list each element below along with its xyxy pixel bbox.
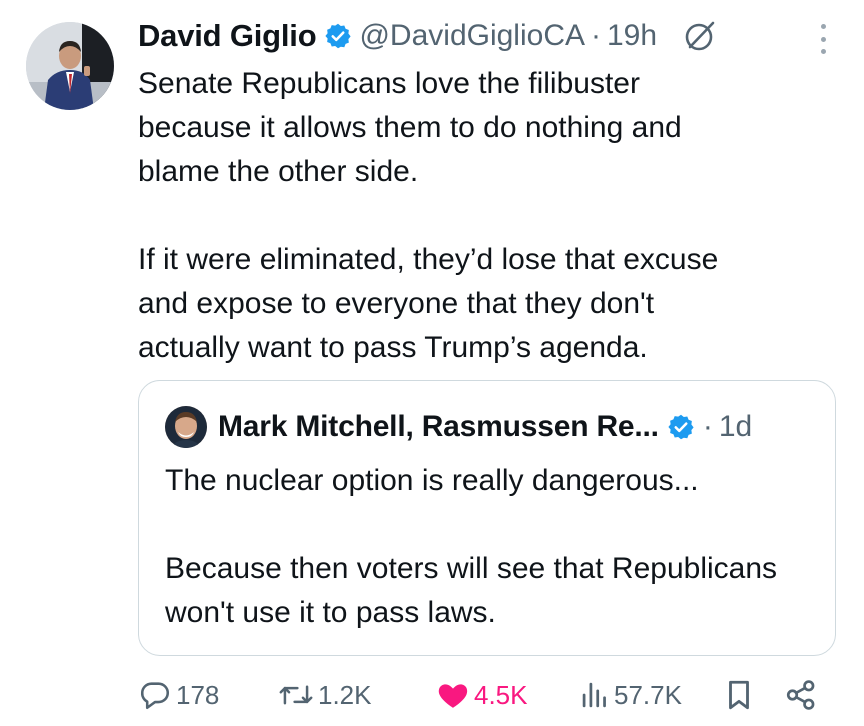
like-count: 4.5K [474,679,528,710]
quoted-author-name[interactable]: Mark Mitchell, Rasmussen Re... [218,410,659,444]
avatar-photo [26,22,114,110]
tweet-paragraph: If it were eliminated, they’d lose that … [138,243,719,364]
tweet-timestamp[interactable]: 19h [607,19,657,53]
quoted-tweet-header: Mark Mitchell, Rasmussen Re... · 1d [165,405,752,449]
quoted-paragraph: Because then voters will see that Republ… [165,552,778,629]
tweet-body: Senate Republicans love the filibuster b… [138,62,828,370]
share-button[interactable] [784,672,818,718]
quoted-author-avatar[interactable] [165,406,207,448]
repost-count: 1.2K [318,679,372,710]
view-count: 57.7K [614,679,682,710]
verified-badge-icon [667,413,695,441]
separator-dot: · [702,410,713,443]
quoted-avatar-photo [165,406,207,448]
reply-icon [138,678,172,712]
author-handle[interactable]: @DavidGiglioCA [359,19,585,53]
quoted-tweet-card[interactable]: Mark Mitchell, Rasmussen Re... · 1d The … [138,380,836,656]
repost-button[interactable]: 1.2K [278,672,372,718]
tweet-header: David Giglio @DavidGiglioCA · 19h [138,14,717,58]
quoted-paragraph: The nuclear option is really dangerous..… [165,464,699,497]
repost-icon [278,678,314,712]
bookmark-icon [724,678,754,712]
separator-dot: · [591,19,601,52]
reply-count: 178 [176,679,220,710]
heart-icon [436,678,470,712]
share-icon [784,678,818,712]
grok-icon[interactable] [683,19,717,53]
author-name[interactable]: David Giglio [138,18,317,54]
views-button[interactable]: 57.7K [580,672,682,718]
quoted-tweet-timestamp[interactable]: 1d [719,410,752,444]
views-icon [580,678,610,712]
reply-button[interactable]: 178 [138,672,219,718]
author-avatar[interactable] [26,22,114,110]
tweet-actions-bar: 178 1.2K 4.5K 57.7K [138,672,838,718]
quoted-tweet-body: The nuclear option is really dangerous..… [165,459,815,635]
tweet-paragraph: Senate Republicans love the filibuster b… [138,67,682,188]
verified-badge-icon [324,22,352,50]
bookmark-button[interactable] [724,672,754,718]
like-button[interactable]: 4.5K [436,672,528,718]
more-options-icon[interactable] [818,24,828,54]
